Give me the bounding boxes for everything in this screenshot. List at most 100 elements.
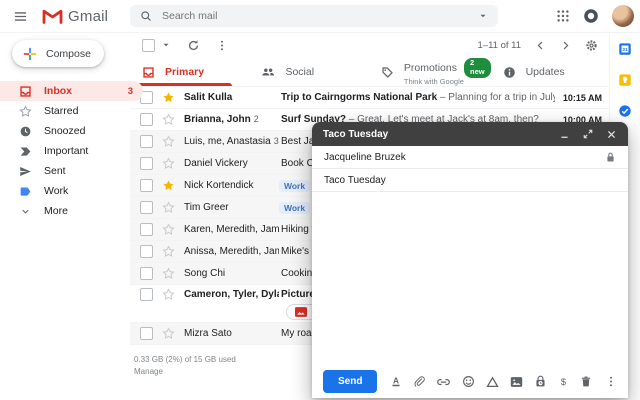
- avatar[interactable]: [612, 5, 634, 27]
- close-icon[interactable]: [606, 129, 617, 140]
- insert-drive-file-icon[interactable]: [486, 376, 499, 388]
- pop-out-icon[interactable]: [583, 129, 593, 139]
- select-all-checkbox[interactable]: [142, 39, 155, 52]
- sidebar-item-snoozed[interactable]: Snoozed: [0, 121, 143, 141]
- minimize-icon[interactable]: [559, 129, 570, 140]
- compose-title: Taco Tuesday: [323, 129, 388, 140]
- search-input[interactable]: [160, 9, 478, 23]
- recipient-value: Jacqueline Bruzek: [324, 152, 406, 163]
- sidebar-item-work[interactable]: Work: [0, 181, 143, 201]
- search-icon: [140, 10, 152, 22]
- star-outline-icon[interactable]: [162, 267, 175, 280]
- label-chip[interactable]: Work: [279, 180, 310, 192]
- plus-icon: [23, 47, 37, 61]
- email-checkbox[interactable]: [140, 327, 153, 340]
- subject-field[interactable]: Taco Tuesday: [312, 169, 628, 192]
- label-chip[interactable]: Work: [279, 202, 310, 214]
- tab-promotions[interactable]: Promotions2 newThink with Google: [369, 58, 491, 86]
- formatting-options-icon[interactable]: A: [390, 375, 402, 388]
- subject-value: Taco Tuesday: [324, 175, 386, 186]
- sidebar-nav: Inbox3StarredSnoozedImportantSentWorkMor…: [0, 81, 130, 221]
- account-ring-icon[interactable]: [583, 8, 599, 24]
- svg-text:$: $: [561, 377, 566, 387]
- tab-social[interactable]: Social: [249, 58, 368, 86]
- sidebar-item-important[interactable]: Important: [0, 141, 143, 161]
- email-snippet: – Planning for a trip in July. Are you i…: [437, 92, 555, 103]
- thread-count: 3: [274, 136, 279, 146]
- send-money-icon[interactable]: $: [558, 375, 569, 388]
- star-filled-icon[interactable]: [162, 91, 175, 104]
- search-bar[interactable]: [130, 5, 498, 27]
- star-outline-icon[interactable]: [162, 327, 175, 340]
- email-row[interactable]: Salit KullaTrip to Cairngorms National P…: [130, 87, 610, 109]
- message-body[interactable]: [312, 192, 628, 365]
- newer-page-icon[interactable]: [535, 40, 546, 51]
- refresh-icon[interactable]: [187, 39, 200, 52]
- sidebar-item-sent[interactable]: Sent: [0, 161, 143, 181]
- attach-file-icon[interactable]: [413, 375, 425, 388]
- gear-icon[interactable]: [585, 39, 598, 52]
- email-sender: Cameron, Tyler, Dylan6: [184, 289, 279, 300]
- attachment-image-icon: [295, 307, 307, 317]
- gmail-logo: Gmail: [42, 8, 108, 25]
- top-header: Gmail: [0, 0, 640, 33]
- more-options-icon[interactable]: [216, 39, 228, 52]
- email-checkbox[interactable]: [140, 245, 153, 258]
- compose-header[interactable]: Taco Tuesday: [312, 122, 628, 146]
- confidential-mode-icon[interactable]: [534, 375, 547, 388]
- important-icon: [18, 145, 32, 158]
- star-outline-icon[interactable]: [162, 113, 175, 126]
- tab-label: Promotions: [404, 62, 457, 74]
- star-outline-icon[interactable]: [162, 135, 175, 148]
- insert-link-icon[interactable]: [436, 376, 451, 388]
- star-outline-icon[interactable]: [162, 223, 175, 236]
- sidebar-item-more[interactable]: More: [0, 201, 143, 221]
- star-filled-icon[interactable]: [162, 179, 175, 192]
- sidebar-item-starred[interactable]: Starred: [0, 101, 143, 121]
- tag-icon: [381, 66, 394, 79]
- email-sender: Karen, Meredith, James5: [184, 224, 279, 235]
- email-sender: Luis, me, Anastasia3: [184, 136, 279, 147]
- star-outline-icon[interactable]: [162, 201, 175, 214]
- email-sender: Tim Greer: [184, 202, 279, 213]
- tab-updates[interactable]: Updates: [491, 58, 610, 86]
- sidebar-item-label: Starred: [44, 105, 78, 117]
- star-outline-icon[interactable]: [162, 157, 175, 170]
- email-checkbox[interactable]: [140, 223, 153, 236]
- chevron-down-icon: [18, 206, 32, 217]
- keep-icon[interactable]: [618, 73, 632, 87]
- pagination-label: 1–11 of 11: [478, 40, 522, 51]
- menu-icon[interactable]: [13, 9, 28, 24]
- send-icon: [18, 165, 32, 178]
- recipient-field[interactable]: Jacqueline Bruzek: [312, 146, 628, 169]
- tab-primary[interactable]: Primary: [130, 58, 249, 86]
- send-button[interactable]: Send: [323, 370, 377, 393]
- sidebar-item-inbox[interactable]: Inbox3: [0, 81, 143, 101]
- older-page-icon[interactable]: [560, 40, 571, 51]
- tab-label: Social: [285, 66, 314, 78]
- select-caret-icon[interactable]: [161, 40, 171, 50]
- tasks-icon[interactable]: [618, 104, 632, 118]
- email-checkbox[interactable]: [140, 267, 153, 280]
- calendar-icon[interactable]: 31: [618, 42, 632, 56]
- discard-draft-icon[interactable]: [580, 375, 592, 388]
- tab-label: Updates: [526, 66, 565, 78]
- insert-emoji-icon[interactable]: [462, 375, 475, 388]
- star-outline-icon[interactable]: [162, 288, 175, 301]
- more-send-options-icon[interactable]: [605, 375, 617, 388]
- star-outline-icon[interactable]: [162, 245, 175, 258]
- email-checkbox[interactable]: [140, 288, 153, 301]
- sidebar-item-label: Important: [44, 145, 88, 157]
- gmail-m-icon: [42, 8, 63, 24]
- compose-toolbar: Send A $: [312, 365, 628, 398]
- search-options-caret-icon[interactable]: [478, 11, 488, 21]
- thread-count: 2: [254, 114, 259, 124]
- apps-grid-icon[interactable]: [556, 9, 570, 23]
- manage-storage-link[interactable]: Manage: [134, 367, 163, 376]
- compose-button[interactable]: Compose: [12, 40, 104, 67]
- tab-label: Primary: [165, 66, 204, 78]
- list-toolbar: 1–11 of 11: [130, 32, 610, 58]
- compose-label: Compose: [46, 48, 91, 60]
- insert-photo-icon[interactable]: [510, 376, 523, 388]
- unread-count: 3: [128, 86, 133, 97]
